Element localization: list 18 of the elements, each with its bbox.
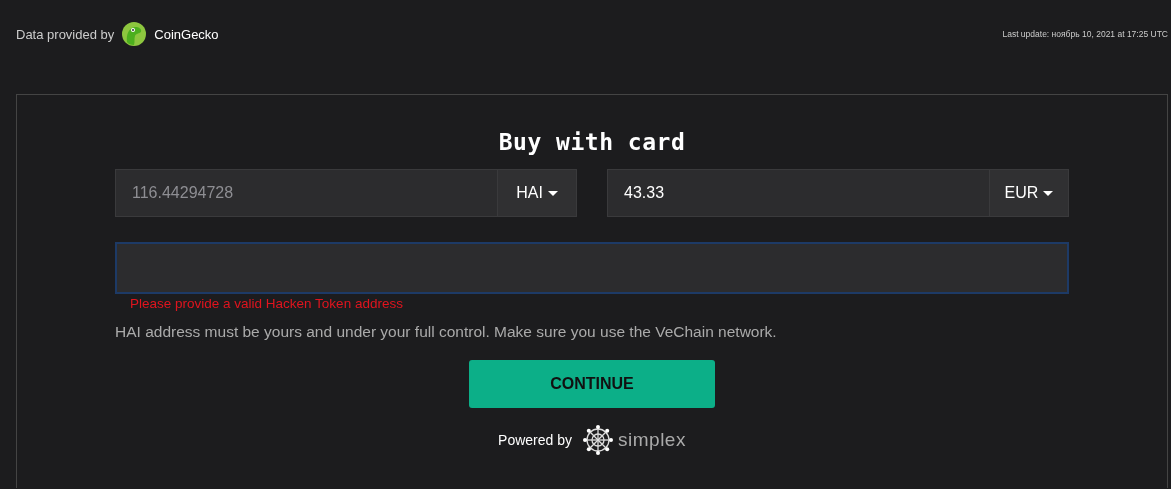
powered-by-label: Powered by [498, 432, 572, 448]
gecko-logo-icon [122, 22, 147, 46]
currency-dropdown[interactable]: EUR [989, 169, 1069, 217]
caret-icon [547, 190, 558, 196]
brand-name: simplex [618, 429, 686, 451]
provider-label: Data provided by [16, 26, 115, 42]
continue-button[interactable]: CONTINUE [469, 360, 715, 408]
caret-icon [1043, 190, 1054, 196]
amount-field[interactable]: 43.33 [607, 169, 989, 217]
amount-field[interactable]: 116.44294728 [115, 169, 497, 217]
provider-name[interactable]: CoinGecko [154, 26, 219, 42]
address-field[interactable] [115, 242, 1069, 294]
form-title: Buy with card [497, 129, 687, 155]
error-message: Please provide a valid Hacken Token address [129, 295, 404, 311]
currency-dropdown[interactable]: HAI [497, 169, 577, 217]
address-note: HAI address must be yours and under your full control. Make sure you use the VeChain network. [115, 323, 778, 341]
network-logo-icon [582, 424, 614, 456]
last-update-text: Last update: ноябрь 10, 2021 at 17:25 UTC [1002, 29, 1168, 39]
